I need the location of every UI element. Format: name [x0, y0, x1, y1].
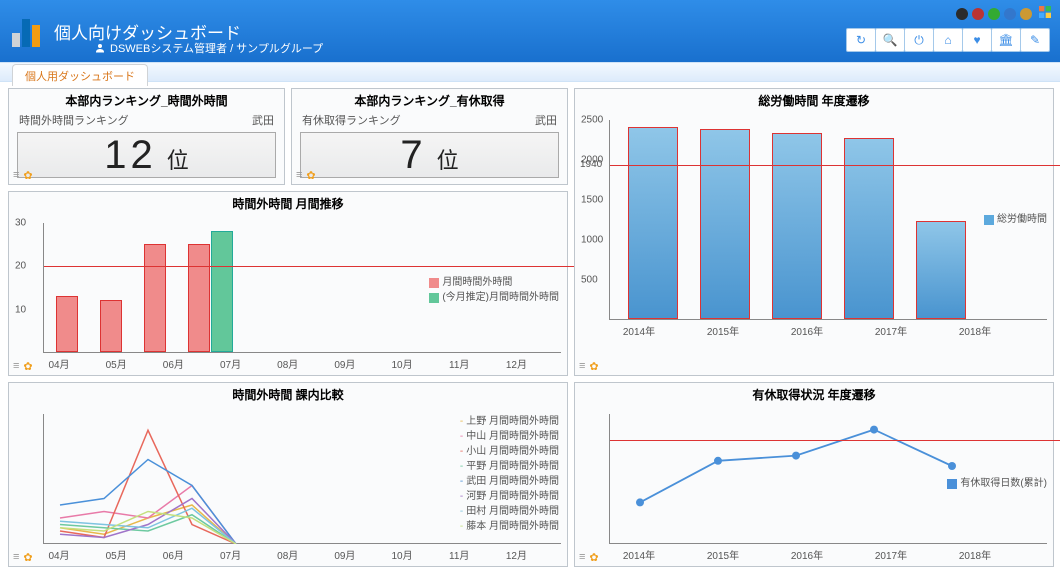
- header: 個人向けダッシュボード DSWEBシステム管理者 / サンプルグループ ↻ 🔍 …: [0, 0, 1060, 62]
- gear-icon[interactable]: ✿: [23, 169, 32, 182]
- menu-icon[interactable]: ≡: [13, 169, 19, 182]
- gear-icon[interactable]: ✿: [306, 169, 315, 182]
- panel-rank-overtime: 本部内ランキング_時間外時間 時間外時間ランキング武田 12位 ≡✿: [8, 88, 285, 185]
- chart-total-hours: 1940 総労働時間 50010001500200025002014年2015年…: [575, 112, 1053, 342]
- panel-overtime-monthly: 時間外時間 月間推移 月間時間外時間 (今月推定)月間時間外時間 1020300…: [8, 191, 568, 376]
- chart-section-compare: -上野 月間時間外時間-中山 月間時間外時間-小山 月間時間外時間-平野 月間時…: [9, 406, 567, 566]
- menu-icon[interactable]: ≡: [579, 551, 585, 564]
- rank-display: 7位: [300, 132, 559, 178]
- toolbar: ↻ 🔍 ⏻ ⌂ ♥ 🏛 ✎: [846, 28, 1050, 52]
- panel-handles: ≡✿: [13, 169, 33, 182]
- gear-icon[interactable]: ✿: [589, 360, 598, 373]
- menu-icon[interactable]: ≡: [13, 360, 19, 373]
- gear-icon[interactable]: ✿: [23, 360, 32, 373]
- building-button[interactable]: 🏛: [991, 28, 1021, 52]
- panel-rank-leave: 本部内ランキング_有休取得 有休取得ランキング武田 7位 ≡✿: [291, 88, 568, 185]
- theme-dot[interactable]: [956, 8, 968, 20]
- search-button[interactable]: 🔍: [875, 28, 905, 52]
- tab-strip: 個人用ダッシュボード: [0, 62, 1060, 82]
- theme-dot[interactable]: [988, 8, 1000, 20]
- menu-icon[interactable]: ≡: [579, 360, 585, 373]
- panel-paid-leave: 有休取得状況 年度遷移 有休取得日数(累計) 2014年2015年2016年20…: [574, 382, 1054, 567]
- windows-icon[interactable]: [1036, 4, 1054, 20]
- panel-title: 本部内ランキング_時間外時間: [9, 89, 284, 112]
- theme-dots: [956, 8, 1032, 20]
- menu-icon[interactable]: ≡: [13, 551, 19, 564]
- theme-dot[interactable]: [1004, 8, 1016, 20]
- user-line: DSWEBシステム管理者 / サンプルグループ: [94, 40, 323, 56]
- panel-title: 総労働時間 年度遷移: [575, 89, 1053, 112]
- tab-personal-dashboard[interactable]: 個人用ダッシュボード: [12, 64, 148, 86]
- favorite-button[interactable]: ♥: [962, 28, 992, 52]
- app-logo-icon: [12, 15, 44, 47]
- panel-title: 時間外時間 月間推移: [9, 192, 567, 215]
- theme-dot[interactable]: [972, 8, 984, 20]
- home-button[interactable]: ⌂: [933, 28, 963, 52]
- refresh-button[interactable]: ↻: [846, 28, 876, 52]
- chart-overtime: 月間時間外時間 (今月推定)月間時間外時間 10203004月05月06月07月…: [9, 215, 567, 375]
- gear-icon[interactable]: ✿: [23, 551, 32, 564]
- panel-total-hours: 総労働時間 年度遷移 1940 総労働時間 500100015002000250…: [574, 88, 1054, 376]
- edit-button[interactable]: ✎: [1020, 28, 1050, 52]
- power-button[interactable]: ⏻: [904, 28, 934, 52]
- rank-display: 12位: [17, 132, 276, 178]
- panel-title: 時間外時間 課内比較: [9, 383, 567, 406]
- chart-paid-leave: 有休取得日数(累計) 2014年2015年2016年2017年2018年: [575, 406, 1053, 566]
- user-icon: [94, 42, 106, 54]
- menu-icon[interactable]: ≡: [296, 169, 302, 182]
- gear-icon[interactable]: ✿: [589, 551, 598, 564]
- panel-title: 本部内ランキング_有休取得: [292, 89, 567, 112]
- theme-dot[interactable]: [1020, 8, 1032, 20]
- panel-title: 有休取得状況 年度遷移: [575, 383, 1053, 406]
- panel-section-compare: 時間外時間 課内比較 -上野 月間時間外時間-中山 月間時間外時間-小山 月間時…: [8, 382, 568, 567]
